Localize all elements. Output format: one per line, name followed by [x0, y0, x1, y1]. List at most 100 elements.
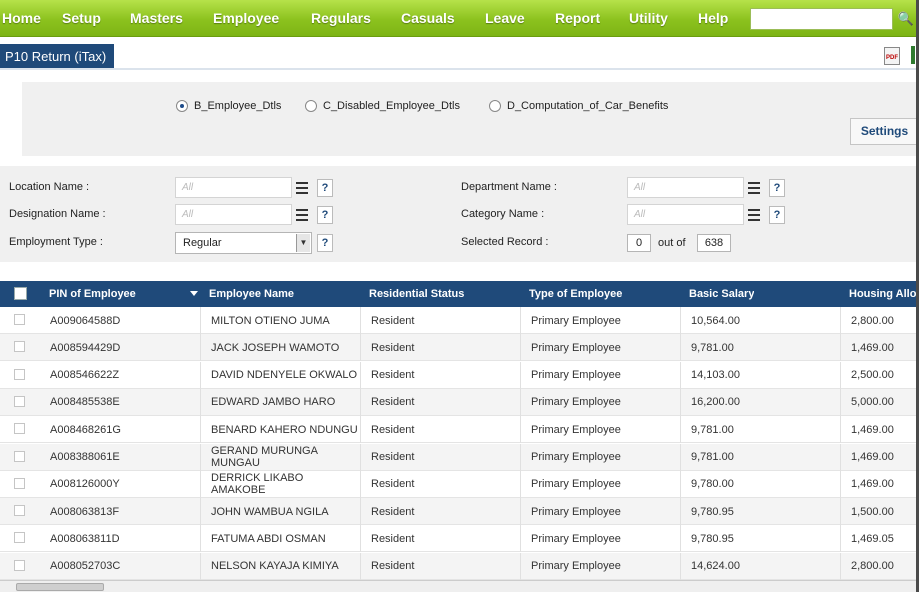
cell-residential-status: Resident	[360, 552, 520, 580]
table-row[interactable]: A008388061E GERAND MURUNGA MUNGAU Resident…	[0, 443, 919, 471]
table-row[interactable]: A008594429D JACK JOSEPH WAMOTO Resident Pri…	[0, 334, 919, 362]
out-of-label: out of	[658, 237, 686, 249]
table-row[interactable]: A008126000Y DERRICK LIKABO AMAKOBE Residen…	[0, 470, 919, 498]
category-help-button[interactable]: ?	[769, 206, 785, 224]
cell-employee-name: DERRICK LIKABO AMAKOBE	[200, 470, 360, 498]
location-input[interactable]: All	[175, 177, 292, 198]
location-list-icon[interactable]	[293, 179, 311, 197]
radio-c-disabled-employee-dtls[interactable]: C_Disabled_Employee_Dtls	[305, 100, 460, 114]
options-panel	[22, 82, 919, 156]
designation-help-button[interactable]: ?	[317, 206, 333, 224]
nav-search-input[interactable]	[751, 9, 892, 29]
department-help-button[interactable]: ?	[769, 179, 785, 197]
cell-employee-name: JOHN WAMBUA NGILA	[200, 498, 360, 526]
table-row[interactable]: A008485538E EDWARD JAMBO HARO Resident Prim…	[0, 388, 919, 416]
nav-report[interactable]: Report	[555, 10, 600, 26]
department-label: Department Name :	[461, 181, 557, 193]
row-checkbox[interactable]	[14, 423, 25, 435]
cell-pin: A008468261G	[50, 423, 121, 436]
row-checkbox[interactable]	[14, 314, 25, 325]
category-input[interactable]: All	[627, 204, 744, 225]
cell-pin: A008052703C	[50, 560, 121, 573]
nav-masters[interactable]: Masters	[130, 10, 183, 26]
nav-leave[interactable]: Leave	[485, 10, 525, 26]
row-checkbox[interactable]	[14, 505, 25, 517]
cell-basic-salary: 9,780.00	[680, 470, 840, 498]
nav-setup[interactable]: Setup	[62, 10, 101, 26]
row-checkbox[interactable]	[14, 532, 25, 544]
radio-button-checked[interactable]	[176, 100, 188, 113]
select-all-checkbox[interactable]	[14, 287, 27, 300]
table-row[interactable]: A008546622Z DAVID NDENYELE OKWALO Resident…	[0, 361, 919, 389]
cell-housing-allowance: 1,469.00	[840, 416, 919, 444]
cell-pin: A008388061E	[50, 451, 120, 463]
cell-housing-allowance: 1,469.05	[840, 525, 919, 553]
col-housing-allowance[interactable]: Housing Allowance	[849, 281, 919, 307]
row-checkbox[interactable]	[14, 341, 25, 353]
location-help-button[interactable]: ?	[317, 179, 333, 197]
nav-utility[interactable]: Utility	[629, 10, 668, 26]
row-checkbox[interactable]	[14, 559, 25, 571]
cell-housing-allowance: 2,800.00	[840, 552, 919, 580]
nav-regulars[interactable]: Regulars	[311, 10, 371, 26]
table-row[interactable]: A008063813F JOHN WAMBUA NGILA Resident Prim…	[0, 498, 919, 526]
department-input[interactable]: All	[627, 177, 744, 198]
nav-home[interactable]: Home	[2, 10, 41, 26]
radio-b-employee-dtls[interactable]: B_Employee_Dtls	[176, 100, 281, 114]
row-checkbox[interactable]	[14, 450, 25, 462]
search-icon[interactable]: 🔍	[896, 8, 916, 30]
settings-button[interactable]: Settings	[850, 118, 919, 145]
col-pin[interactable]: PIN of Employee	[49, 281, 136, 307]
radio-button[interactable]	[489, 100, 501, 113]
radio-d-computation-car-benefits[interactable]: D_Computation_of_Car_Benefits	[489, 100, 668, 114]
row-checkbox[interactable]	[14, 477, 25, 489]
col-type-of-employee[interactable]: Type of Employee	[529, 281, 622, 307]
sort-desc-icon[interactable]	[190, 291, 198, 296]
cell-basic-salary: 9,781.00	[680, 334, 840, 362]
nav-casuals[interactable]: Casuals	[401, 10, 455, 26]
side-accent-bar	[911, 46, 915, 64]
table-body: A009064588D MILTON OTIENO JUMA Resident Pri…	[0, 307, 919, 580]
table-row[interactable]: A008468261G BENARD KAHERO NDUNGU Resident P…	[0, 416, 919, 444]
cell-pin: A008126000Y	[50, 478, 120, 491]
cell-basic-salary: 9,781.00	[680, 443, 840, 471]
table-row[interactable]: A009064588D MILTON OTIENO JUMA Resident Pri…	[0, 307, 919, 334]
scrollbar-thumb[interactable]	[16, 583, 104, 591]
row-checkbox[interactable]	[14, 395, 25, 407]
cell-type-of-employee: Primary Employee	[520, 416, 680, 444]
cell-employee-name: GERAND MURUNGA MUNGAU	[200, 443, 360, 471]
employment-type-select[interactable]: Regular ▼	[175, 232, 312, 254]
designation-input[interactable]: All	[175, 204, 292, 225]
chevron-down-icon[interactable]: ▼	[296, 234, 310, 252]
cell-employee-name: NELSON KAYAJA KIMIYA	[200, 552, 360, 580]
location-label: Location Name :	[9, 181, 90, 193]
cell-residential-status: Resident	[360, 334, 520, 362]
col-residential-status[interactable]: Residential Status	[369, 281, 464, 307]
cell-residential-status: Resident	[360, 388, 520, 416]
horizontal-scrollbar[interactable]	[0, 580, 919, 592]
cell-type-of-employee: Primary Employee	[520, 388, 680, 416]
designation-list-icon[interactable]	[293, 206, 311, 224]
employment-type-help-button[interactable]: ?	[317, 234, 333, 252]
nav-search-box[interactable]	[750, 8, 893, 30]
nav-help[interactable]: Help	[698, 10, 728, 26]
pdf-export-icon[interactable]: PDF	[884, 47, 900, 65]
row-checkbox[interactable]	[14, 368, 25, 380]
cell-pin: A008485538E	[50, 396, 120, 409]
cell-pin: A008546622Z	[50, 369, 120, 382]
table-row[interactable]: A008052703C NELSON KAYAJA KIMIYA Resident P…	[0, 552, 919, 580]
cell-pin: A008063813F	[50, 505, 120, 518]
table-row[interactable]: A008063811D FATUMA ABDI OSMAN Resident Prim…	[0, 525, 919, 553]
col-employee-name[interactable]: Employee Name	[209, 281, 294, 307]
cell-residential-status: Resident	[360, 443, 520, 471]
radio-button[interactable]	[305, 100, 317, 113]
cell-pin: A009064588D	[50, 314, 121, 327]
nav-employee[interactable]: Employee	[213, 10, 279, 26]
col-basic-salary[interactable]: Basic Salary	[689, 281, 754, 307]
cell-housing-allowance: 1,469.00	[840, 470, 919, 498]
cell-residential-status: Resident	[360, 361, 520, 389]
department-list-icon[interactable]	[745, 179, 763, 197]
cell-basic-salary: 9,780.95	[680, 498, 840, 526]
page-title: P10 Return (iTax)	[0, 44, 114, 69]
category-list-icon[interactable]	[745, 206, 763, 224]
